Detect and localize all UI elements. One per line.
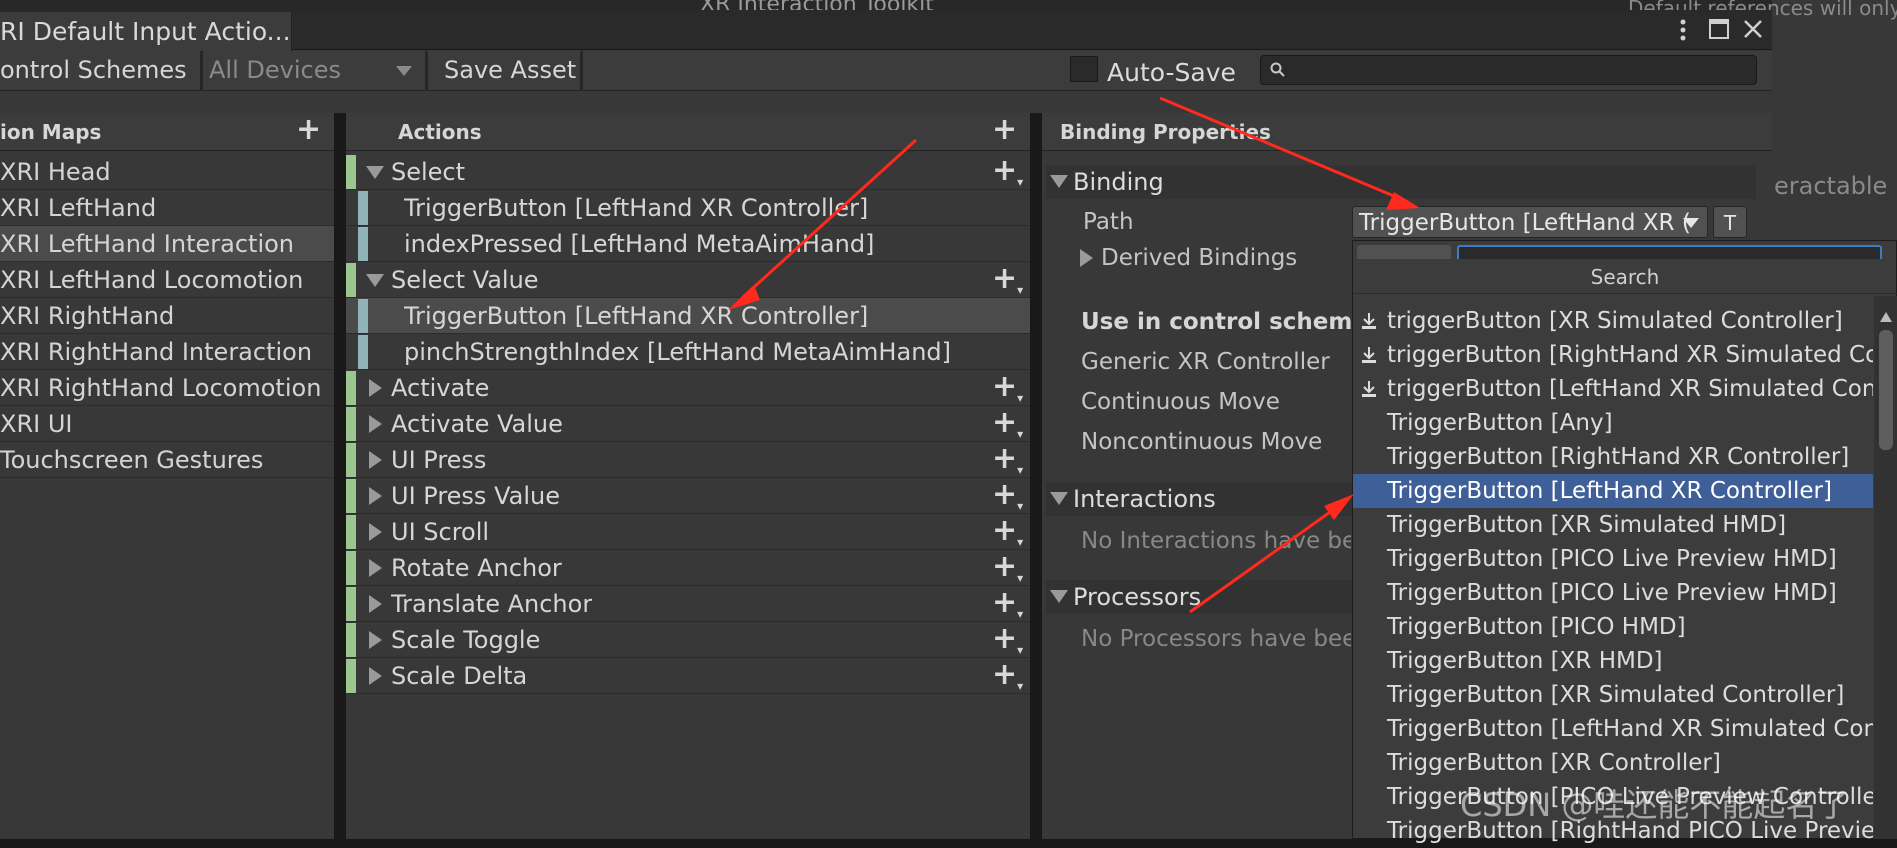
annotation-arrowhead-3: [1324, 494, 1354, 520]
annotation-arrowhead-1: [728, 285, 760, 310]
annotation-arrow-2: [1159, 96, 1409, 204]
annotation-arrow-1: [740, 138, 918, 300]
annotation-arrow-3: [1189, 503, 1341, 614]
watermark: CSDN @哇还能不能起名了: [1460, 786, 1850, 824]
annotation-arrows: [728, 96, 1420, 614]
